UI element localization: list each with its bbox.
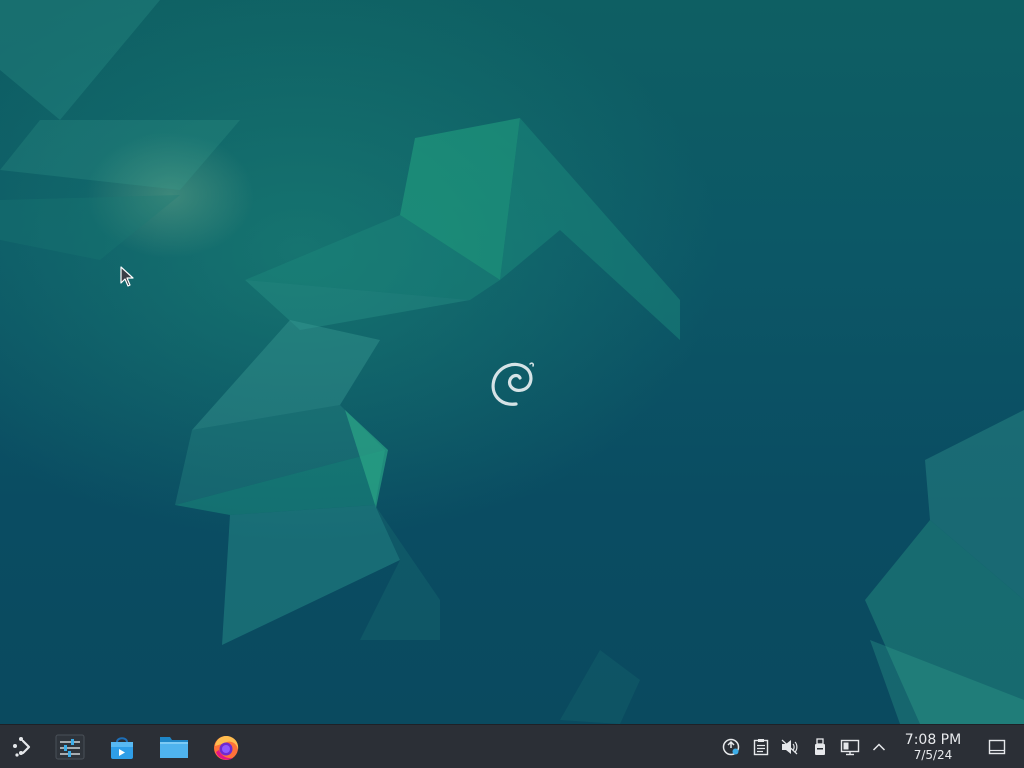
system-settings-button[interactable] — [52, 730, 88, 764]
dolphin-file-manager-button[interactable] — [156, 730, 192, 764]
display-icon — [840, 739, 860, 756]
discover-button[interactable] — [104, 730, 140, 764]
sliders-icon — [55, 734, 85, 760]
folder-icon — [160, 737, 188, 758]
digital-clock[interactable]: 7:08 PM 7/5/24 — [896, 732, 970, 764]
clipboard-tray[interactable] — [751, 737, 771, 757]
application-launcher-button[interactable] — [4, 730, 40, 764]
desktop-background[interactable] — [0, 0, 1024, 724]
show-desktop-button[interactable] — [986, 736, 1008, 758]
firefox-icon — [214, 736, 239, 760]
network-manager-tray[interactable] — [721, 737, 741, 757]
network-icon — [722, 738, 740, 756]
usb-drive-icon — [815, 738, 825, 755]
taskbar-panel: 7:08 PM 7/5/24 — [0, 724, 1024, 768]
clipboard-icon — [753, 739, 769, 756]
show-desktop-icon — [988, 739, 1006, 755]
store-bag-icon — [111, 737, 133, 759]
arrow-cursor — [120, 266, 134, 287]
clock-date: 7/5/24 — [913, 748, 953, 762]
debian-swirl-logo — [491, 362, 534, 406]
application-launcher-icon — [13, 737, 31, 757]
audio-volume-tray[interactable] — [780, 737, 800, 757]
removable-devices-tray[interactable] — [810, 737, 830, 757]
volume-muted-icon — [781, 739, 798, 755]
show-hidden-icons-button[interactable] — [869, 737, 889, 757]
firefox-button[interactable] — [208, 730, 244, 764]
clock-time: 7:08 PM — [904, 732, 962, 748]
display-configuration-tray[interactable] — [840, 737, 860, 757]
chevron-up-icon — [872, 743, 886, 751]
